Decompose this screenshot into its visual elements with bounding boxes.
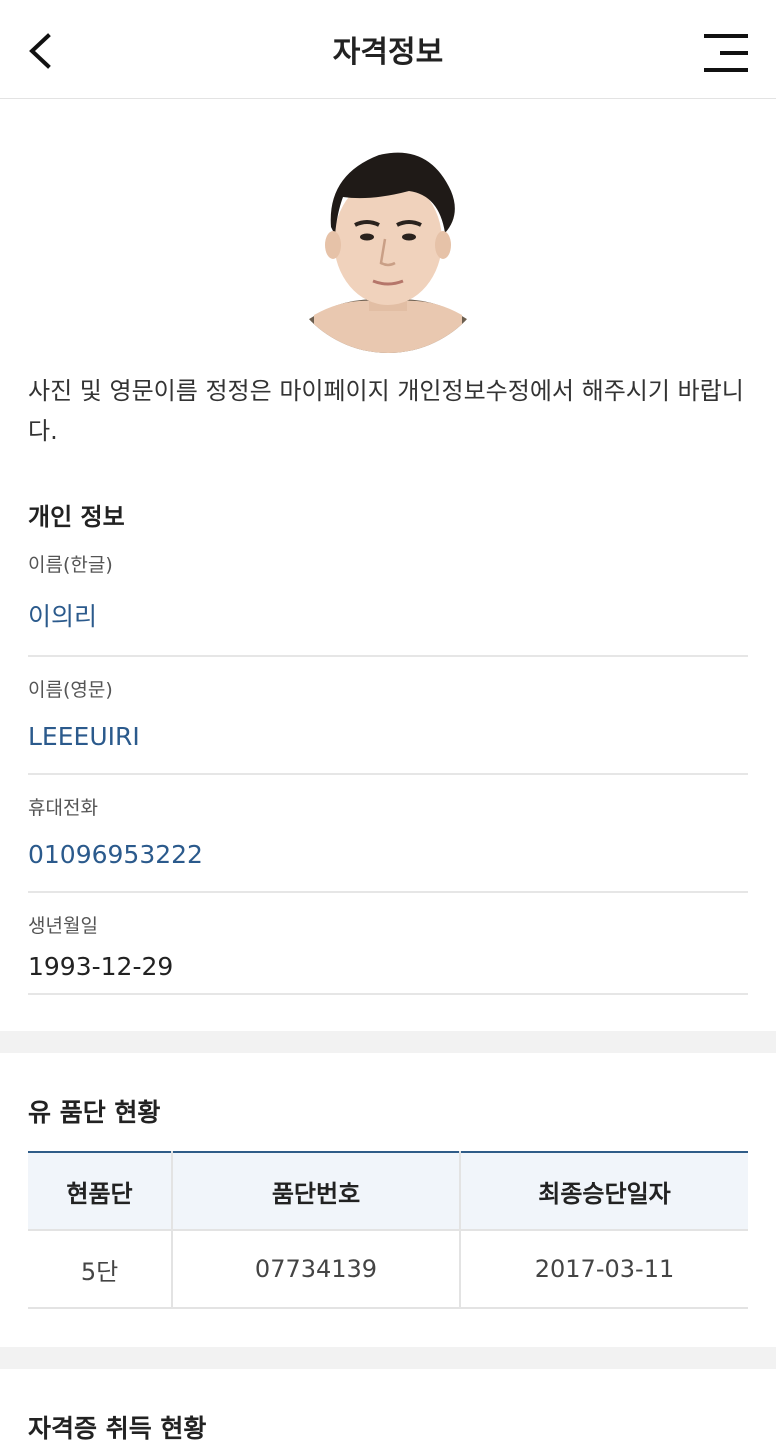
column-header: 현품단: [28, 1151, 173, 1231]
user-photo: [279, 135, 497, 353]
profile-section: [0, 99, 776, 353]
rank-status-table: 현품단 품단번호 최종승단일자 5단 07734139 2017-03-11: [28, 1151, 748, 1309]
field-label: 생년월일: [28, 915, 98, 937]
field-label: 휴대전화: [28, 797, 98, 819]
field-label: 이름(한글): [28, 554, 113, 576]
field-name-korean: 이름(한글) 이의리: [28, 532, 748, 657]
page-title: 자격정보: [332, 35, 444, 70]
menu-button[interactable]: [704, 32, 750, 74]
field-value: 1993-12-29: [28, 952, 174, 981]
back-button[interactable]: [24, 30, 64, 70]
field-mobile-phone: 휴대전화 01096953222: [28, 775, 748, 893]
column-header: 품단번호: [172, 1151, 461, 1231]
field-name-english: 이름(영문) LEEEUIRI: [28, 657, 748, 775]
personal-info-title: 개인 정보: [28, 503, 125, 531]
hamburger-menu-icon: [704, 34, 748, 72]
column-header: 최종승단일자: [460, 1151, 748, 1231]
avatar: [279, 135, 497, 353]
table-row: 5단 07734139 2017-03-11: [28, 1230, 748, 1309]
table-cell: 2017-03-11: [460, 1230, 748, 1309]
chevron-left-icon: [29, 33, 51, 69]
table-cell: 5단: [28, 1230, 173, 1309]
table-header-row: 현품단 품단번호 최종승단일자: [28, 1151, 748, 1231]
section-divider: [0, 1347, 776, 1369]
photo-notice: 사진 및 영문이름 정정은 마이페이지 개인정보수정에서 해주시기 바랍니다.: [28, 377, 744, 445]
app-header: 자격정보: [0, 0, 776, 99]
table-cell: 07734139: [172, 1230, 461, 1309]
section-divider: [0, 1031, 776, 1053]
field-value[interactable]: 01096953222: [28, 820, 748, 891]
field-value: 이의리: [28, 602, 98, 631]
field-birthdate: 생년월일 1993-12-29: [28, 893, 748, 995]
field-value: LEEEUIRI: [28, 722, 140, 751]
rank-status-title: 유 품단 현황: [28, 1098, 161, 1127]
field-label: 이름(영문): [28, 679, 113, 701]
